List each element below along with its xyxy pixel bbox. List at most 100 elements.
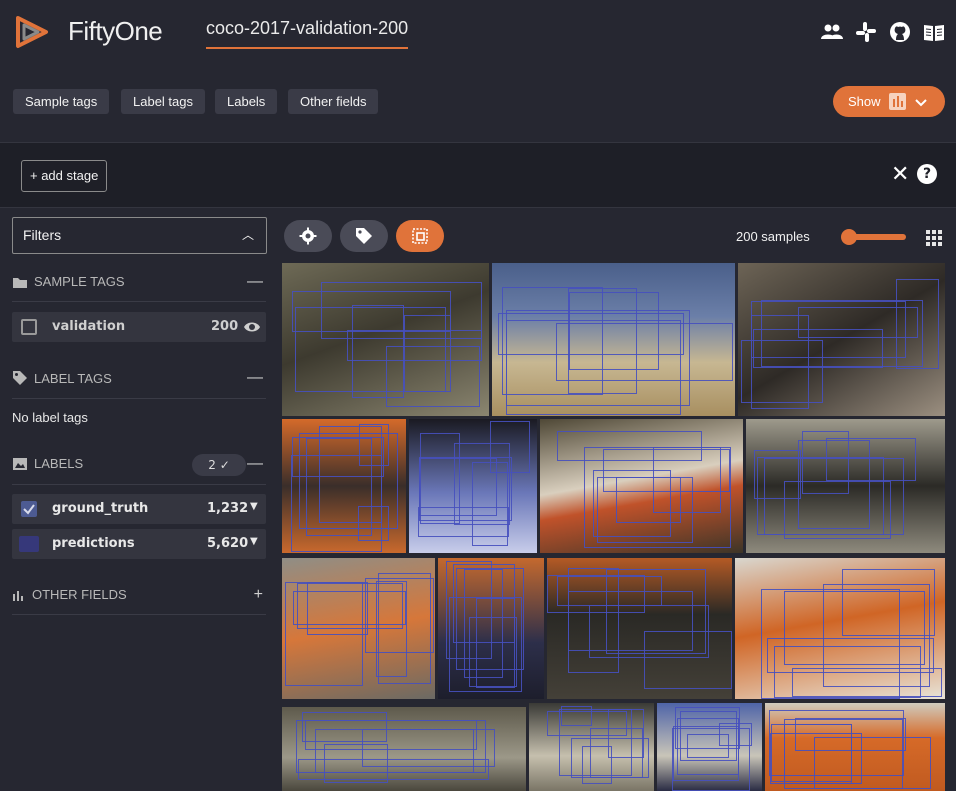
bar-chart-icon bbox=[13, 590, 23, 601]
filters-sidebar: Filters ︿ SAMPLE TAGS — validation 200 L… bbox=[0, 208, 280, 791]
tab-other-fields[interactable]: Other fields bbox=[288, 89, 379, 114]
collapse-icon[interactable]: — bbox=[247, 369, 263, 387]
add-stage-button[interactable]: + add stage bbox=[21, 160, 108, 192]
clear-view-close-icon[interactable]: ✕ bbox=[891, 163, 909, 187]
detection-box bbox=[547, 574, 646, 614]
sample-tile[interactable] bbox=[438, 558, 544, 699]
settings-button[interactable] bbox=[284, 220, 332, 252]
collapse-icon[interactable]: — bbox=[247, 455, 263, 473]
detection-box bbox=[463, 568, 503, 679]
caret-down-icon[interactable]: ▼ bbox=[250, 536, 258, 547]
image-labels-icon bbox=[13, 457, 27, 470]
sample-tile[interactable] bbox=[492, 263, 735, 416]
people-icon[interactable] bbox=[820, 20, 844, 44]
detection-box bbox=[352, 304, 405, 399]
label-row-predictions[interactable]: predictions 5,620 ▼ bbox=[12, 529, 266, 559]
label-row-ground-truth[interactable]: ground_truth 1,232 ▼ bbox=[12, 494, 266, 524]
sample-tile[interactable] bbox=[547, 558, 732, 699]
expand-plus-icon[interactable]: + bbox=[254, 586, 263, 604]
checkbox-checked[interactable] bbox=[21, 501, 37, 517]
gear-icon bbox=[299, 227, 317, 245]
sample-tile[interactable] bbox=[529, 703, 654, 791]
sample-tile[interactable] bbox=[282, 558, 435, 699]
tag-icon bbox=[356, 228, 372, 244]
filters-dropdown[interactable]: Filters ︿ bbox=[12, 217, 267, 254]
detection-box bbox=[291, 436, 384, 477]
detection-box bbox=[490, 420, 530, 474]
label-field-name: predictions bbox=[52, 536, 135, 551]
sample-tile[interactable] bbox=[765, 703, 945, 791]
labels-title: LABELS bbox=[34, 456, 84, 471]
label-field-count: 5,620 bbox=[207, 536, 249, 551]
sample-tags-title: SAMPLE TAGS bbox=[34, 274, 125, 289]
checkbox[interactable] bbox=[21, 319, 37, 335]
sample-tile[interactable] bbox=[409, 419, 537, 553]
chevron-down-icon bbox=[914, 98, 927, 106]
detection-box bbox=[323, 743, 388, 784]
sample-tag-label: validation bbox=[52, 319, 126, 334]
label-tags-title: LABEL TAGS bbox=[34, 370, 112, 386]
patches-icon bbox=[412, 228, 428, 244]
sample-tile[interactable] bbox=[746, 419, 945, 553]
label-field-name: ground_truth bbox=[52, 501, 149, 516]
sample-tags-header[interactable]: SAMPLE TAGS — bbox=[12, 273, 265, 291]
other-fields-title: OTHER FIELDS bbox=[32, 587, 127, 602]
brand-name: FiftyOne bbox=[68, 16, 163, 46]
detection-box bbox=[590, 728, 644, 778]
checkbox[interactable] bbox=[19, 536, 39, 552]
tag-button[interactable] bbox=[340, 220, 388, 252]
collapse-icon[interactable]: — bbox=[247, 273, 263, 291]
sample-tag-count: 200 bbox=[211, 319, 239, 334]
labels-badge-count: 2 bbox=[208, 458, 216, 472]
detection-box bbox=[774, 646, 921, 699]
zoom-slider-thumb[interactable] bbox=[841, 229, 857, 245]
caret-down-icon[interactable]: ▼ bbox=[250, 501, 258, 512]
grid-view-icon[interactable] bbox=[926, 230, 942, 246]
tag-folder-icon bbox=[13, 277, 27, 288]
view-bar: + add stage ✕ ? bbox=[0, 142, 956, 208]
detection-box bbox=[284, 581, 364, 687]
sample-tile[interactable] bbox=[282, 419, 406, 553]
sample-tile[interactable] bbox=[657, 703, 762, 791]
detection-box bbox=[740, 340, 823, 403]
bar-chart-icon bbox=[888, 93, 906, 110]
label-field-count: 1,232 bbox=[207, 501, 249, 516]
sample-count: 200 samples bbox=[736, 229, 810, 244]
app-header: FiftyOne coco-2017-validation-200 bbox=[0, 0, 956, 70]
chevron-up-icon: ︿ bbox=[241, 228, 254, 242]
show-button-label: Show bbox=[848, 94, 881, 109]
detection-box bbox=[756, 456, 884, 536]
fiftyone-logo-icon[interactable] bbox=[12, 12, 52, 52]
dataset-selector[interactable]: coco-2017-validation-200 bbox=[206, 18, 409, 49]
sample-tile[interactable] bbox=[738, 263, 945, 416]
sample-tag-row-validation[interactable]: validation 200 bbox=[12, 312, 266, 342]
slack-icon[interactable] bbox=[854, 20, 878, 44]
tab-label-tags[interactable]: Label tags bbox=[121, 89, 205, 114]
check-icon: ✓ bbox=[219, 458, 230, 472]
tab-sample-tags[interactable]: Sample tags bbox=[13, 89, 110, 114]
sample-tile[interactable] bbox=[735, 558, 945, 699]
no-label-tags-text: No label tags bbox=[12, 410, 88, 425]
detection-box bbox=[418, 457, 498, 517]
detection-box bbox=[597, 477, 694, 543]
eye-icon[interactable] bbox=[243, 320, 261, 334]
other-fields-header[interactable]: OTHER FIELDS + bbox=[12, 586, 265, 604]
filters-label: Filters bbox=[23, 227, 62, 243]
detection-box bbox=[768, 709, 905, 776]
show-button[interactable]: Show bbox=[833, 86, 945, 117]
github-icon[interactable] bbox=[888, 20, 912, 44]
sample-tile[interactable] bbox=[282, 263, 489, 416]
sample-tile[interactable] bbox=[540, 419, 743, 553]
detection-box bbox=[375, 580, 407, 677]
label-tags-header[interactable]: LABEL TAGS — bbox=[12, 369, 265, 387]
detection-box bbox=[677, 717, 739, 776]
sample-tile[interactable] bbox=[282, 707, 526, 791]
patches-button[interactable] bbox=[396, 220, 444, 252]
help-icon[interactable]: ? bbox=[917, 164, 937, 184]
detection-box bbox=[501, 286, 603, 396]
tag-icon bbox=[13, 371, 27, 385]
tab-labels[interactable]: Labels bbox=[215, 89, 278, 114]
docs-book-icon[interactable] bbox=[922, 20, 946, 44]
labels-selected-badge[interactable]: 2 ✓ bbox=[192, 454, 246, 476]
detection-box bbox=[797, 307, 918, 339]
